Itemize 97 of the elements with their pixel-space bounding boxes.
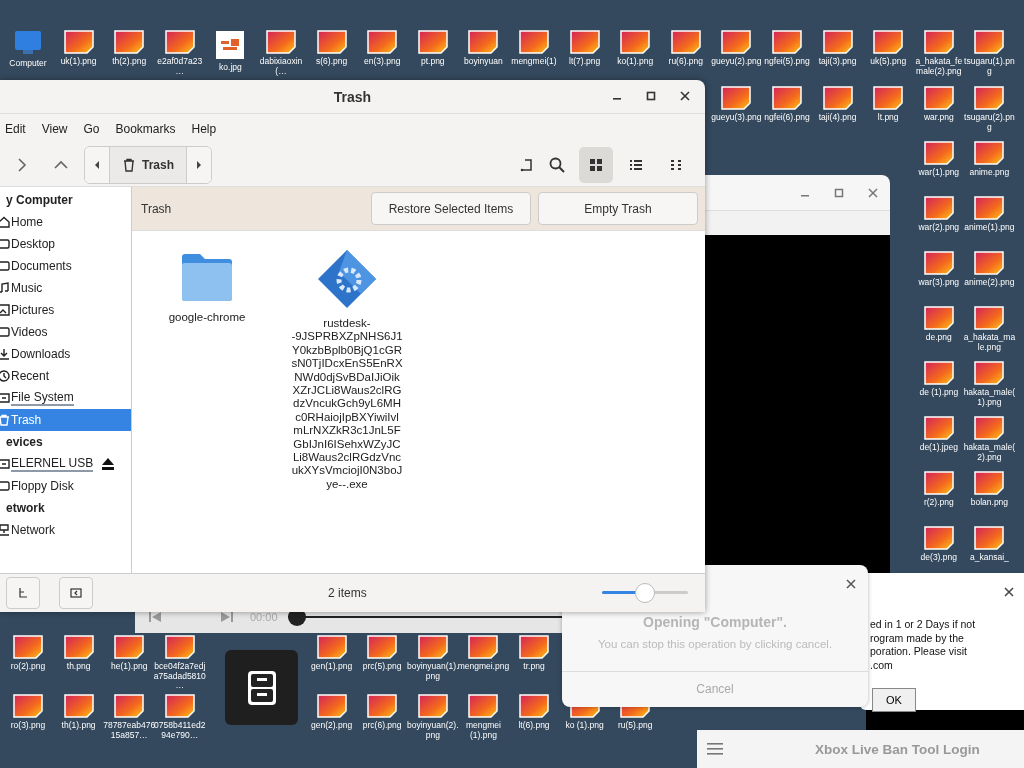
menu-item[interactable]: Go <box>83 121 100 136</box>
desktop-icon-label[interactable]: war.png <box>912 113 965 123</box>
desktop-icon-label[interactable]: war(3).png <box>912 278 965 288</box>
dialog-message: You can stop this operation by clicking cancel. <box>597 638 833 650</box>
status-text: 2 items <box>328 586 367 600</box>
desktop-icon-label[interactable]: gen(2).png <box>305 721 358 731</box>
desktop-icon-label[interactable]: uk(5).png <box>862 57 915 67</box>
desktop-icon-label[interactable]: war(1).png <box>912 168 965 178</box>
desktop-icon-label[interactable]: ru(6).png <box>659 57 712 67</box>
desktop-icon-label[interactable]: anime.png <box>963 168 1016 178</box>
menu-item[interactable]: View <box>41 121 68 136</box>
desktop-icon-label[interactable]: a_hakata_male.png <box>963 333 1016 352</box>
desktop-icon-label[interactable]: ngfei(5).png <box>761 57 813 67</box>
desktop-icon-label[interactable]: lt(7).png <box>558 57 611 67</box>
desktop-icon-label[interactable]: e2af0d7a23… <box>153 57 206 76</box>
desktop-icon-label[interactable]: ko(1).png <box>609 57 662 67</box>
desktop-icon-label[interactable]: Computer <box>2 59 54 69</box>
menu-item[interactable]: Help <box>191 121 217 136</box>
sidebar-item[interactable]: Downloads <box>0 343 131 365</box>
desktop-icon-label[interactable]: he(1).png <box>103 662 156 672</box>
desktop-icon-label[interactable]: gen(1).png <box>305 662 358 672</box>
dialog-title: Opening "Computer". <box>643 614 787 630</box>
desktop-icon-label[interactable]: boyinyuan(1).png <box>406 662 459 681</box>
sidebar-item[interactable]: Videos <box>0 321 131 343</box>
desktop-icon-label[interactable]: tsugaru(1).png <box>963 57 1016 76</box>
file-name[interactable]: google-chrome <box>151 311 263 325</box>
sidebar-heading: y Computer <box>5 192 74 209</box>
desktop-icon-label[interactable]: gueyu(3).png <box>710 113 763 123</box>
desktop-icon-label[interactable]: r(2).png <box>912 498 965 508</box>
desktop-icon-label[interactable]: mengmei(1) <box>508 57 560 67</box>
desktop-icon-label[interactable]: de(3).png <box>912 553 965 563</box>
desktop-icon-label[interactable]: tsugaru(2).png <box>963 113 1016 132</box>
desktop-icon-label[interactable]: th(2).png <box>103 57 156 67</box>
desktop-icon-label[interactable]: a_kansai_ <box>963 553 1016 563</box>
desktop-icon-label[interactable]: boyinyuan <box>457 57 510 67</box>
desktop-icon-label[interactable]: de (1).png <box>912 388 965 398</box>
desktop-icon-label[interactable]: anime(1).png <box>963 223 1016 233</box>
desktop-icon-label[interactable]: de(1).jpeg <box>912 443 965 453</box>
header-action-button[interactable]: Empty Trash <box>538 192 698 225</box>
sidebar-item[interactable]: Network <box>0 519 131 541</box>
notice-text: rogram made by the <box>870 631 965 645</box>
menu-item[interactable]: Edit <box>5 121 26 136</box>
sidebar-item[interactable]: ELERNEL USB <box>0 453 131 475</box>
sidebar-heading: evices <box>5 434 44 451</box>
sidebar-item[interactable]: Pictures <box>0 299 131 321</box>
header-label: Trash <box>141 201 172 216</box>
desktop-icon-label[interactable]: uk(1).png <box>52 57 105 67</box>
desktop-icon-label[interactable]: ko (1).png <box>558 721 611 731</box>
file-name[interactable]: rustdesk--9JSPRBXZpNHS6J1Y0kzbBplb0BjQ1cGRsN0TjIDcxEnS5EnRXNWd0djSvBDaIJiOikXZrJCLi8Waus2clRGdzVncukGch9yL6MHc0RHaiojIpBXYiwiIvlmLrNXZkR3c1JnL5FGbIJnI6ISehxWZyJCLi8Waus2clRGdzVncukXYsVmciojI0N3boJye--.exe <box>291 317 403 492</box>
sidebar-item[interactable]: Music <box>0 277 131 299</box>
desktop-icon-label[interactable]: th.png <box>52 662 105 672</box>
sidebar-heading: etwork <box>5 500 46 517</box>
desktop-icon-label[interactable]: lt(6).png <box>508 721 560 731</box>
desktop-icon-label[interactable]: taji(3).png <box>811 57 864 67</box>
notice-text: .com <box>870 658 894 672</box>
desktop-icon-label[interactable]: pt.png <box>406 57 459 67</box>
desktop-icon-label[interactable]: lt.png <box>862 113 915 123</box>
desktop-icon-label[interactable]: s(6).png <box>305 57 358 67</box>
desktop-icon-label[interactable]: de.png <box>912 333 965 343</box>
notice-text: ed in 1 or 2 Days if not <box>870 618 977 632</box>
sidebar-item[interactable]: Documents <box>0 255 131 277</box>
desktop-icon-label[interactable]: ru(5).png <box>609 721 662 731</box>
path-button[interactable]: Trash <box>109 146 187 183</box>
desktop-icon-label[interactable]: taji(4).png <box>811 113 864 123</box>
desktop-icon-label[interactable]: mengmei (1).png <box>457 721 510 740</box>
desktop-icon-label[interactable]: hakata_male(2).png <box>963 443 1016 462</box>
ok-button[interactable]: OK <box>872 688 916 712</box>
sidebar-item[interactable]: Recent <box>0 365 131 387</box>
desktop-icon-label[interactable]: en(3).png <box>356 57 409 67</box>
window-title: Trash <box>333 88 372 105</box>
desktop-icon-label[interactable]: ko.jpg <box>204 63 257 73</box>
desktop-icon-label[interactable]: anime(2).png <box>963 278 1016 288</box>
menu-item[interactable]: Bookmarks <box>115 121 176 136</box>
sidebar-item[interactable]: Floppy Disk <box>0 475 131 497</box>
desktop-icon-label[interactable]: a_hakata_female(2).png <box>912 57 965 76</box>
desktop-icon-label[interactable]: boyinyuan(2).png <box>406 721 459 740</box>
sidebar-item[interactable]: Home <box>0 211 131 233</box>
header-action-button[interactable]: Restore Selected Items <box>371 192 531 225</box>
sidebar-item[interactable]: Trash <box>0 409 131 431</box>
desktop-icon-label[interactable]: ngfei(6).png <box>761 113 813 123</box>
desktop-icon-label[interactable]: bolan.png <box>963 498 1016 508</box>
media-time: 00:00 <box>250 610 278 623</box>
notice-text: poration. Please visit <box>870 645 968 659</box>
desktop-icon-label[interactable]: mengmei.png <box>457 662 510 672</box>
desktop-icon-label[interactable]: ro(2).png <box>2 662 54 672</box>
desktop-icon-label[interactable]: war(2).png <box>912 223 965 233</box>
desktop-icon-label[interactable]: gueyu(2).png <box>710 57 763 67</box>
sidebar-item[interactable]: File System <box>0 387 131 409</box>
window-title: Xbox Live Ban Tool Login <box>815 741 980 757</box>
desktop-icon-label[interactable]: 78787eab47615a857… <box>103 721 156 740</box>
sidebar-item[interactable]: Desktop <box>0 233 131 255</box>
desktop-icon-label[interactable]: 0758b411ed294e790… <box>153 721 206 740</box>
desktop-icon-label[interactable]: ro(3).png <box>2 721 54 731</box>
desktop-icon-label[interactable]: bce04f2a7edja75adad5810… <box>153 662 206 691</box>
desktop-icon-label[interactable]: tr.png <box>508 662 560 672</box>
desktop-icon-label[interactable]: hakata_male(1).png <box>963 388 1016 407</box>
desktop-icon-label[interactable]: dabixiaoxin (… <box>255 57 307 76</box>
